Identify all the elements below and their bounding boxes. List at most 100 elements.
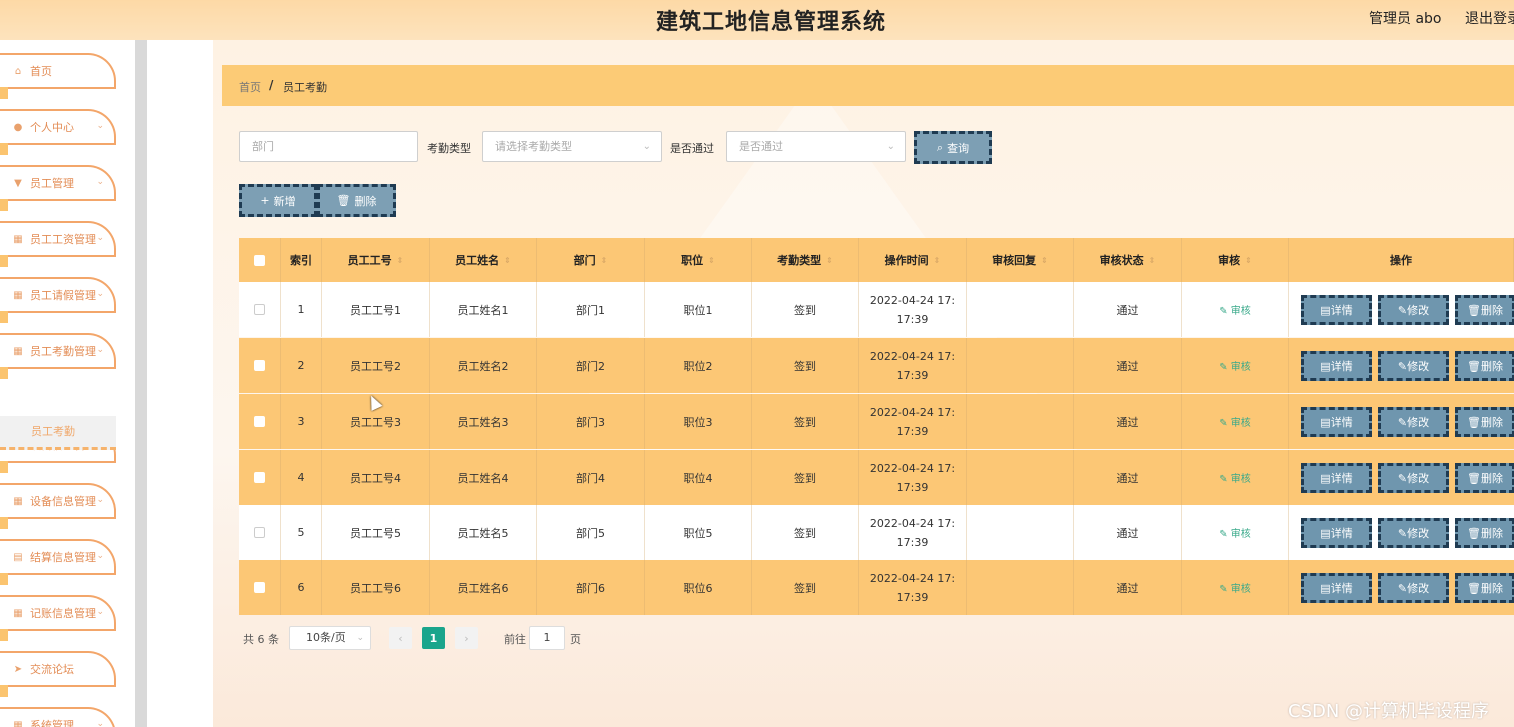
sidebar-item[interactable]: ▦ 记账信息管理 ⌄ — [0, 595, 116, 641]
sidebar-item[interactable]: ⌂ 首页 — [0, 53, 116, 99]
breadcrumb-home[interactable]: 首页 — [239, 79, 261, 95]
sort-icon[interactable]: ⇕ — [934, 256, 941, 265]
audit-link[interactable]: ✎ 审核 — [1219, 358, 1251, 373]
sidebar-item-label: 员工考勤管理 — [30, 345, 96, 358]
delete-button[interactable]: 🗑 删除 — [1455, 463, 1514, 493]
cell-actions: ▤ 详情 ✎ 修改 🗑 删除 — [1289, 450, 1514, 505]
page-number-current[interactable]: 1 — [422, 627, 445, 649]
select-all-checkbox[interactable] — [254, 254, 265, 266]
cell-emp-no: 员工工号6 — [322, 560, 430, 615]
sidebar-item[interactable]: ● 个人中心 ⌄ — [0, 109, 116, 155]
sidebar-item[interactable]: ▤ 结算信息管理 ⌄ — [0, 539, 116, 585]
cell-type: 签到 — [752, 338, 859, 393]
column-header[interactable]: 考勤类型 ⇕ — [752, 238, 859, 282]
column-header[interactable]: 审核回复 ⇕ — [967, 238, 1074, 282]
row-checkbox[interactable] — [254, 416, 265, 427]
dept-search-input[interactable]: 部门 — [239, 131, 418, 162]
prev-page-button[interactable]: ‹ — [389, 627, 412, 649]
audit-link[interactable]: ✎ 审核 — [1219, 580, 1251, 595]
edit-button[interactable]: ✎ 修改 — [1378, 295, 1449, 325]
row-checkbox[interactable] — [254, 472, 265, 483]
delete-button[interactable]: 🗑 删除 — [1455, 295, 1514, 325]
table-row[interactable]: 5 员工工号5 员工姓名5 部门5 职位5 签到 2022-04-24 17: 17:39 通过… — [239, 505, 1514, 560]
sort-icon[interactable]: ⇕ — [1149, 256, 1156, 265]
edit-button[interactable]: ✎ 修改 — [1378, 518, 1449, 548]
query-button[interactable]: ⌕ 查询 — [914, 131, 992, 164]
menu-tab-decoration — [0, 685, 8, 697]
audit-link[interactable]: ✎ 审核 — [1219, 470, 1251, 485]
chevron-down-icon: ⌄ — [96, 345, 104, 355]
next-page-button[interactable]: › — [455, 627, 478, 649]
column-header[interactable]: 审核 ⇕ — [1182, 238, 1289, 282]
edit-button[interactable]: ✎ 修改 — [1378, 573, 1449, 603]
column-header[interactable]: 部门 ⇕ — [537, 238, 645, 282]
sidebar-item-label: 员工请假管理 — [30, 289, 96, 302]
sort-icon[interactable]: ⇕ — [708, 256, 715, 265]
delete-button[interactable]: 🗑 删除 — [1455, 573, 1514, 603]
sidebar-item[interactable]: ▦ 员工请假管理 ⌄ — [0, 277, 116, 323]
detail-button[interactable]: ▤ 详情 — [1301, 573, 1372, 603]
goto-page-input[interactable]: 1 — [529, 626, 565, 650]
row-checkbox[interactable] — [254, 304, 265, 315]
delete-button[interactable]: 🗑 删除 — [1455, 407, 1514, 437]
table-row[interactable]: 1 员工工号1 员工姓名1 部门1 职位1 签到 2022-04-24 17: 17:39 通过… — [239, 282, 1514, 337]
sidebar-scrollbar[interactable] — [135, 40, 147, 727]
batch-delete-button[interactable]: 🗑 删除 — [317, 184, 396, 217]
row-checkbox[interactable] — [254, 360, 265, 371]
table-row[interactable]: 2 员工工号2 员工姓名2 部门2 职位2 签到 2022-04-24 17: 17:39 通过… — [239, 338, 1514, 393]
pass-select[interactable]: 是否通过 ⌄ — [726, 131, 906, 162]
sort-icon[interactable]: ⇕ — [397, 256, 404, 265]
detail-label: 详情 — [1330, 527, 1353, 540]
sidebar-item[interactable]: ▦ 设备信息管理 ⌄ — [0, 483, 116, 529]
attendance-type-select[interactable]: 请选择考勤类型 ⌄ — [482, 131, 662, 162]
detail-button[interactable]: ▤ 详情 — [1301, 351, 1372, 381]
detail-button[interactable]: ▤ 详情 — [1301, 463, 1372, 493]
sidebar-item[interactable]: ➤ 交流论坛 — [0, 651, 116, 697]
edit-button[interactable]: ✎ 修改 — [1378, 407, 1449, 437]
logout-link[interactable]: 退出登录 — [1465, 8, 1514, 28]
detail-button[interactable]: ▤ 详情 — [1301, 407, 1372, 437]
sidebar-subitem-attendance[interactable]: 员工考勤 — [0, 416, 116, 450]
table-row[interactable]: 4 员工工号4 员工姓名4 部门4 职位4 签到 2022-04-24 17: 17:39 通过… — [239, 450, 1514, 505]
table-row[interactable]: 3 员工工号3 员工姓名3 部门3 职位3 签到 2022-04-24 17: 17:39 通过… — [239, 394, 1514, 449]
add-button[interactable]: + 新增 — [239, 184, 317, 217]
sort-icon[interactable]: ⇕ — [1041, 256, 1048, 265]
audit-link[interactable]: ✎ 审核 — [1219, 525, 1251, 540]
detail-label: 详情 — [1330, 360, 1353, 373]
audit-link[interactable]: ✎ 审核 — [1219, 302, 1251, 317]
chevron-down-icon: ⌄ — [886, 141, 895, 152]
detail-button[interactable]: ▤ 详情 — [1301, 295, 1372, 325]
row-checkbox[interactable] — [254, 527, 265, 538]
edit-button[interactable]: ✎ 修改 — [1378, 351, 1449, 381]
page-size-select[interactable]: 10条/页 ⌄ — [289, 626, 371, 650]
sidebar-item[interactable]: ▦ 员工工资管理 ⌄ — [0, 221, 116, 267]
column-header[interactable]: 职位 ⇕ — [645, 238, 752, 282]
cell-status: 通过 — [1074, 338, 1182, 393]
home-icon: ⌂ — [14, 65, 22, 77]
column-header[interactable]: 审核状态 ⇕ — [1074, 238, 1182, 282]
document-icon: ▤ — [1320, 303, 1331, 317]
column-header[interactable]: 员工工号 ⇕ — [322, 238, 430, 282]
sidebar-item[interactable]: ▦ 系统管理 ⌄ — [0, 707, 116, 727]
cell-name: 员工姓名3 — [430, 394, 537, 449]
sort-icon[interactable]: ⇕ — [826, 256, 833, 265]
delete-button[interactable]: 🗑 删除 — [1455, 518, 1514, 548]
sort-icon[interactable]: ⇕ — [601, 256, 608, 265]
sidebar-item[interactable]: ▼ 员工管理 ⌄ — [0, 165, 116, 211]
sort-icon[interactable]: ⇕ — [1245, 256, 1252, 265]
edit-button[interactable]: ✎ 修改 — [1378, 463, 1449, 493]
column-header[interactable]: 员工姓名 ⇕ — [430, 238, 537, 282]
cell-audit: ✎ 审核 — [1182, 450, 1289, 505]
audit-link[interactable]: ✎ 审核 — [1219, 414, 1251, 429]
cell-reply — [967, 338, 1074, 393]
sidebar-item[interactable]: ▦ 员工考勤管理 ⌄ — [0, 333, 116, 379]
grid-icon: ▦ — [13, 495, 23, 507]
sidebar-item-label: 员工工资管理 — [30, 233, 96, 246]
table-row[interactable]: 6 员工工号6 员工姓名6 部门6 职位6 签到 2022-04-24 17: 17:39 通过… — [239, 560, 1514, 615]
sort-icon[interactable]: ⇕ — [504, 256, 511, 265]
detail-button[interactable]: ▤ 详情 — [1301, 518, 1372, 548]
row-checkbox[interactable] — [254, 582, 265, 593]
column-header[interactable]: 操作时间 ⇕ — [859, 238, 967, 282]
delete-button[interactable]: 🗑 删除 — [1455, 351, 1514, 381]
delete-label: 删除 — [1480, 304, 1503, 317]
